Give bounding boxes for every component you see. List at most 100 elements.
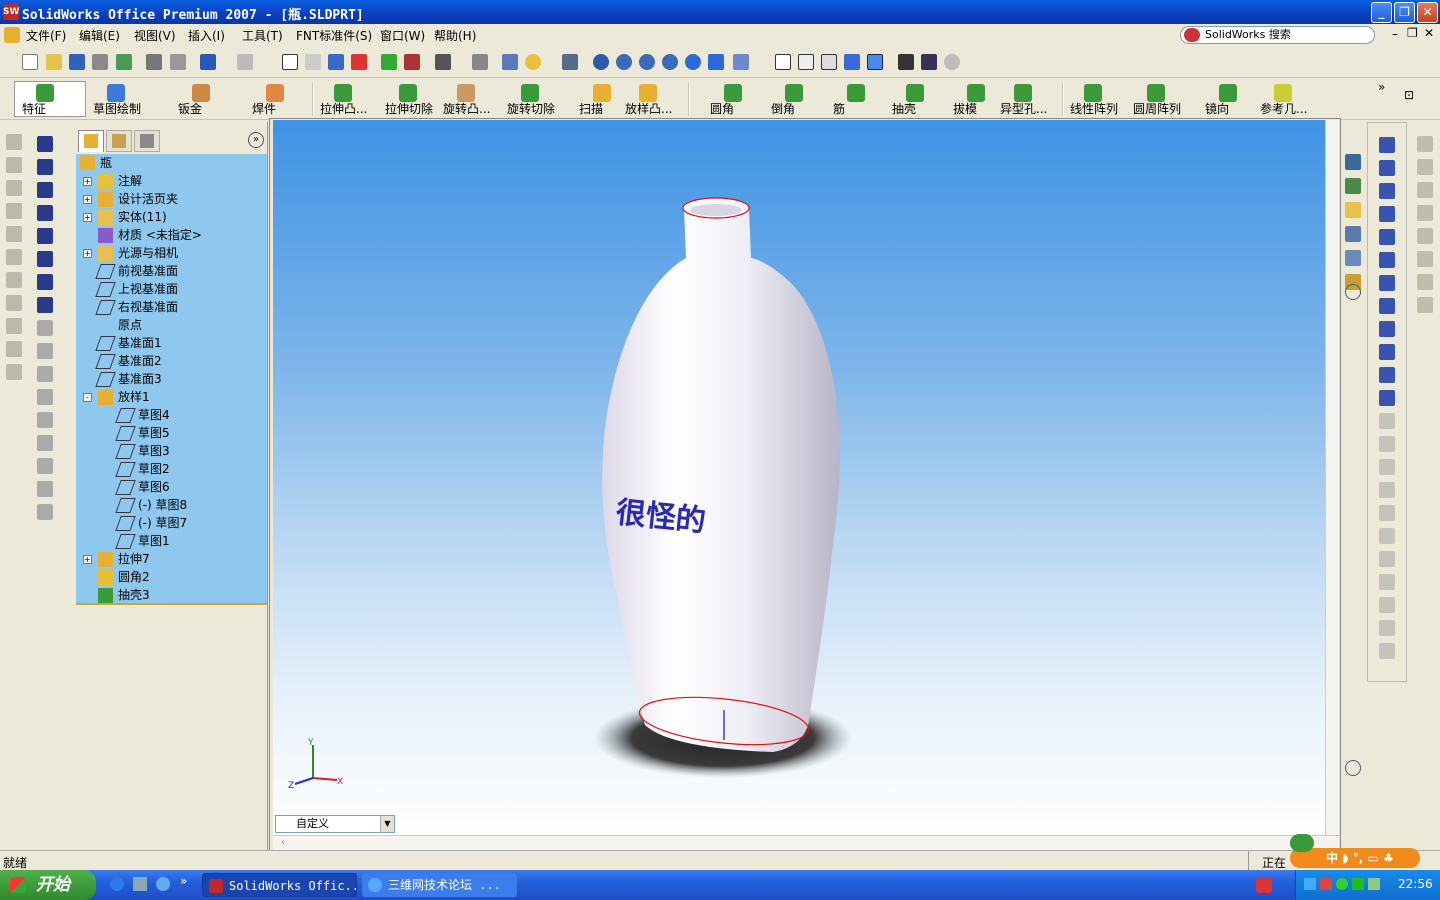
undo-icon[interactable] xyxy=(200,54,216,70)
wireframe-icon[interactable] xyxy=(775,54,791,70)
ime-bar[interactable]: 中 ◗ °, ▭ ♣ xyxy=(1290,848,1420,868)
command-label-6[interactable]: 旋转凸... xyxy=(443,100,490,117)
right-tool-icon[interactable] xyxy=(1417,182,1433,198)
left-tool-b-icon[interactable] xyxy=(37,159,53,175)
right-tool-icon[interactable] xyxy=(1417,136,1433,152)
command-label-14[interactable]: 拔模 xyxy=(953,100,977,117)
minimize-button[interactable]: _ xyxy=(1371,2,1392,23)
sketch-tool-icon[interactable] xyxy=(1379,275,1395,291)
sketch-tool-icon[interactable] xyxy=(1379,597,1395,613)
horizontal-scrollbar[interactable]: ‹ xyxy=(273,835,1339,850)
sketch-tool-icon[interactable] xyxy=(1379,482,1395,498)
left-tool-a-icon[interactable] xyxy=(6,364,22,380)
volume-icon[interactable] xyxy=(1320,878,1332,890)
tree-item[interactable]: 基准面3 xyxy=(76,370,266,388)
sketch-tool-icon[interactable] xyxy=(1379,160,1395,176)
command-label-3[interactable]: 焊件 xyxy=(252,100,276,117)
expand-icon[interactable]: + xyxy=(83,177,92,186)
sketch-edit-icon[interactable] xyxy=(328,54,344,70)
tree-item[interactable]: 前视基准面 xyxy=(76,262,266,280)
tree-item[interactable]: 草图1 xyxy=(76,532,266,550)
command-label-0[interactable]: 特征 xyxy=(22,100,46,117)
new-icon[interactable] xyxy=(22,54,38,70)
left-tool-a-icon[interactable] xyxy=(6,134,22,150)
sketch-tool-icon[interactable] xyxy=(1379,298,1395,314)
command-label-16[interactable]: 线性阵列 xyxy=(1070,100,1118,117)
toolbar-handle-icon[interactable]: ⊡ xyxy=(1404,88,1414,102)
menu-help[interactable]: 帮助(H) xyxy=(434,27,476,44)
perspective-icon[interactable] xyxy=(921,54,937,70)
expand-icon[interactable]: + xyxy=(83,555,92,564)
tree-item[interactable]: 草图4 xyxy=(76,406,266,424)
expand-icon[interactable]: + xyxy=(83,195,92,204)
left-tool-b-icon[interactable] xyxy=(37,343,53,359)
tree-item[interactable]: 右视基准面 xyxy=(76,298,266,316)
sketch-tool-icon[interactable] xyxy=(1379,505,1395,521)
command-label-19[interactable]: 参考几... xyxy=(1260,100,1307,117)
tree-item[interactable]: 草图2 xyxy=(76,460,266,478)
design-library-icon[interactable] xyxy=(1345,202,1361,218)
menu-insert[interactable]: 插入(I) xyxy=(188,27,225,44)
right-tool-icon[interactable] xyxy=(1417,297,1433,313)
command-label-13[interactable]: 抽壳 xyxy=(892,100,916,117)
tray-misc-icon[interactable] xyxy=(1368,878,1380,890)
command-label-12[interactable]: 筋 xyxy=(833,100,845,117)
view-options-icon[interactable] xyxy=(435,54,451,70)
print-icon[interactable] xyxy=(146,54,162,70)
left-tool-a-icon[interactable] xyxy=(6,157,22,173)
network-icon[interactable] xyxy=(1304,878,1316,890)
command-label-9[interactable]: 放样凸... xyxy=(625,100,672,117)
left-tool-b-icon[interactable] xyxy=(37,274,53,290)
collapse-pane-icon[interactable] xyxy=(1345,760,1361,776)
tree-item[interactable]: 基准面2 xyxy=(76,352,266,370)
tree-item[interactable]: (-) 草图7 xyxy=(76,514,266,532)
collapse-icon[interactable]: - xyxy=(83,393,92,402)
tree-item[interactable]: 草图6 xyxy=(76,478,266,496)
rib-icon[interactable] xyxy=(847,84,865,102)
vertical-scrollbar[interactable] xyxy=(1325,120,1339,835)
resources-icon[interactable] xyxy=(1345,178,1361,194)
sketch-tool-icon[interactable] xyxy=(1379,551,1395,567)
sketch-tool-icon[interactable] xyxy=(1379,229,1395,245)
sketch-tool-icon[interactable] xyxy=(1379,643,1395,659)
zoom-area-icon[interactable] xyxy=(616,54,632,70)
orientation-icon[interactable] xyxy=(562,54,578,70)
close-button[interactable]: ✕ xyxy=(1417,2,1438,23)
tree-item[interactable]: + 拉伸7 xyxy=(76,550,266,568)
expand-panel-icon[interactable]: » xyxy=(248,132,264,148)
search-results-icon[interactable] xyxy=(1345,250,1361,266)
right-tool-icon[interactable] xyxy=(1417,274,1433,290)
tree-item[interactable]: 草图5 xyxy=(76,424,266,442)
redo-icon[interactable] xyxy=(237,54,253,70)
menu-file[interactable]: 文件(F) xyxy=(26,27,66,44)
chevron-down-icon[interactable]: ▼ xyxy=(380,816,394,832)
bottle-body[interactable] xyxy=(602,208,840,752)
doc-restore-button[interactable]: ❐ xyxy=(1407,26,1418,40)
sketch-tool-icon[interactable] xyxy=(1379,413,1395,429)
shaded-with-edges-icon[interactable] xyxy=(844,54,860,70)
left-tool-a-icon[interactable] xyxy=(6,295,22,311)
left-tool-b-icon[interactable] xyxy=(37,412,53,428)
left-tool-b-icon[interactable] xyxy=(37,251,53,267)
left-tool-b-icon[interactable] xyxy=(37,136,53,152)
zoom-in-out-icon[interactable] xyxy=(639,54,655,70)
right-tool-icon[interactable] xyxy=(1417,205,1433,221)
left-tool-b-icon[interactable] xyxy=(37,435,53,451)
sketch-tool-icon[interactable] xyxy=(1379,344,1395,360)
tree-item[interactable]: (-) 草图8 xyxy=(76,496,266,514)
print-preview-icon[interactable] xyxy=(170,54,186,70)
zoom-selection-icon[interactable] xyxy=(662,54,678,70)
browser-icon[interactable] xyxy=(156,877,170,891)
left-tool-a-icon[interactable] xyxy=(6,180,22,196)
menu-fnt-standard[interactable]: FNT标准件(S) xyxy=(296,27,372,44)
left-tool-a-icon[interactable] xyxy=(6,272,22,288)
command-label-10[interactable]: 圆角 xyxy=(710,100,734,117)
open-icon[interactable] xyxy=(46,54,62,70)
left-tool-a-icon[interactable] xyxy=(6,249,22,265)
sogou-icon[interactable] xyxy=(1256,877,1272,893)
left-tool-b-icon[interactable] xyxy=(37,228,53,244)
tree-item[interactable]: + 注解 xyxy=(76,172,266,190)
menu-view[interactable]: 视图(V) xyxy=(134,27,176,44)
tree-item[interactable]: - 放样1 xyxy=(76,388,266,406)
rollback-bar[interactable] xyxy=(76,603,267,605)
